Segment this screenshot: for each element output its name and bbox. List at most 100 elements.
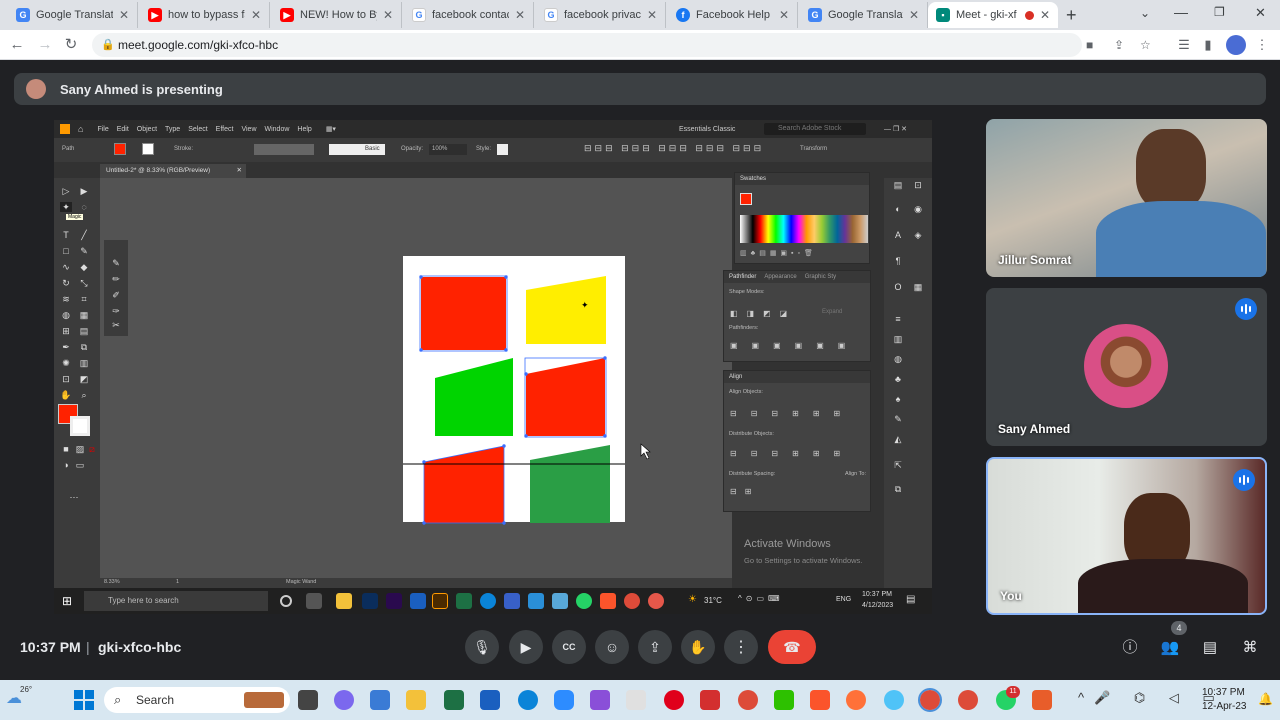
asset-export-panel-icon[interactable]: ⧉	[892, 484, 904, 494]
artboards-panel-icon[interactable]: ▦	[912, 282, 924, 292]
tab-google-translate-2[interactable]: G Google Translate✕	[800, 2, 928, 28]
shape-mode-buttons-icon[interactable]: ◧◨◩◪	[730, 309, 796, 318]
width-tool-icon[interactable]: ≋	[60, 294, 72, 304]
word-icon[interactable]	[410, 593, 426, 609]
tab-facebook-help[interactable]: f Facebook Help C ✕	[668, 2, 798, 28]
tab-search-icon[interactable]: ⌄	[1140, 6, 1150, 20]
brave-icon[interactable]	[810, 690, 830, 710]
reactions-button[interactable]: ☺	[595, 630, 629, 664]
yellow-quad-top-right[interactable]	[526, 276, 606, 344]
graphic-styles-panel-icon[interactable]: ♠	[892, 394, 904, 404]
widgets-icon[interactable]	[370, 690, 390, 710]
hand-tool-icon[interactable]: ✋	[60, 390, 72, 400]
close-icon[interactable]: ✕	[909, 8, 919, 22]
chrome-icon[interactable]	[738, 690, 758, 710]
pathfinder-buttons-icon[interactable]: ▣▣▣▣▣▣	[730, 341, 859, 350]
maximize-button[interactable]: ❐	[1214, 5, 1225, 19]
excel-icon[interactable]	[456, 593, 472, 609]
reading-list-icon[interactable]: ☰	[1176, 37, 1192, 53]
eyedropper-tool-icon[interactable]: ✒	[60, 342, 72, 352]
back-button[interactable]: ←	[8, 36, 26, 54]
arrange-documents-icon[interactable]: ▦▾	[326, 125, 336, 133]
more-tools-icon[interactable]: ⋯	[68, 492, 80, 502]
color-guide-icon[interactable]: ◉	[912, 204, 924, 214]
image-trace-panel-icon[interactable]: ◭	[892, 434, 904, 444]
close-icon[interactable]: ✕	[237, 164, 242, 178]
character-panel-icon[interactable]: A	[892, 230, 904, 240]
notification-bell-icon[interactable]: 🔔	[1258, 692, 1273, 706]
zoom-tool-icon[interactable]: ⌕	[78, 390, 90, 400]
camera-icon[interactable]: ■	[1086, 33, 1093, 57]
tab-youtube-bypass[interactable]: ▶ how to bypass fac✕	[140, 2, 270, 28]
home-icon[interactable]: ⌂	[78, 124, 83, 134]
file-explorer-icon[interactable]	[336, 593, 352, 609]
present-button[interactable]: ⇪	[638, 630, 672, 664]
zoom-level-field[interactable]: 8.33%	[104, 579, 120, 585]
task-view-icon[interactable]	[306, 593, 322, 609]
draw-mode-icon[interactable]: ◑	[60, 460, 72, 470]
excel-icon[interactable]	[444, 690, 464, 710]
brush-definition-select[interactable]: Basic	[329, 144, 385, 155]
expand-button[interactable]: Expand	[822, 309, 842, 315]
color-panel-icon[interactable]: ◐	[892, 204, 904, 214]
slice-tool-icon[interactable]: ◩	[78, 374, 90, 384]
style-swatch[interactable]	[497, 144, 508, 155]
more-options-button[interactable]: ⋮	[724, 630, 758, 664]
edge-icon[interactable]	[518, 690, 538, 710]
tab-graphic-styles[interactable]: Graphic Sty	[805, 271, 836, 283]
app-icon-2[interactable]	[884, 690, 904, 710]
participant-tile-sany[interactable]: Sany Ahmed	[986, 288, 1267, 446]
photoshop-icon[interactable]	[362, 593, 378, 609]
red-quad-middle-right[interactable]	[526, 358, 605, 436]
paintbrush-tool-icon[interactable]: ✎	[78, 246, 90, 256]
chrome-profile-icon[interactable]	[958, 690, 978, 710]
tab-google-translate[interactable]: G Google Translate ✕	[8, 2, 138, 28]
opacity-input[interactable]: 100%	[429, 144, 467, 155]
menu-help[interactable]: Help	[297, 126, 311, 133]
symbol-sprayer-tool-icon[interactable]: ✺	[60, 358, 72, 368]
properties-panel-icon[interactable]: ▤	[892, 180, 904, 190]
eraser-tool-icon[interactable]: ◆	[78, 262, 90, 272]
premiere-icon[interactable]	[386, 593, 402, 609]
window-controls[interactable]: — ❐ ✕	[884, 125, 907, 133]
none-mode-icon[interactable]: ⧄	[86, 444, 98, 454]
acrobat-icon[interactable]	[700, 690, 720, 710]
url-bar[interactable]: 🔒 meet.google.com/gki-xfco-hbc ■ ⇪ ☆	[92, 33, 1151, 57]
menu-effect[interactable]: Effect	[216, 126, 234, 133]
tab-youtube-new[interactable]: ▶ NEW! How to Byp✕	[272, 2, 402, 28]
share-icon[interactable]: ⇪	[1114, 33, 1124, 57]
gradient-mode-icon[interactable]: ▨	[74, 444, 86, 454]
notification-center-icon[interactable]: ▤	[906, 594, 915, 605]
align-buttons-icon[interactable]: ⊟⊟⊟ ⊟⊟⊟ ⊟⊟⊟ ⊟⊟⊟ ⊟⊟⊟	[584, 143, 764, 154]
tab-facebook-privacy[interactable]: G facebook privacy ✕	[536, 2, 666, 28]
reload-button[interactable]: ↻	[62, 36, 80, 54]
document-tab[interactable]: Untitled-2* @ 8.33% (RGB/Preview) ✕	[100, 164, 246, 178]
menu-edit[interactable]: Edit	[117, 126, 129, 133]
shaper-tool-icon[interactable]: ∿	[60, 262, 72, 272]
raise-hand-button[interactable]: ✋	[681, 630, 715, 664]
minimize-button[interactable]: —	[1174, 4, 1188, 20]
green-quad-bottom-right[interactable]	[530, 445, 610, 523]
wechat-icon[interactable]	[774, 690, 794, 710]
swatch-actions-icon[interactable]: ▥♣▤▦▣▪▫🗑	[740, 249, 817, 257]
active-fill-swatch[interactable]	[740, 193, 752, 205]
brushes-panel-icon[interactable]: ✎	[892, 414, 904, 424]
menu-view[interactable]: View	[241, 126, 256, 133]
mesh-tool-icon[interactable]: ⊞	[60, 326, 72, 336]
leave-call-button[interactable]: ☎	[768, 630, 816, 664]
tab-pathfinder[interactable]: Pathfinder	[729, 271, 756, 283]
direct-selection-tool-icon[interactable]: ▶	[78, 186, 90, 196]
profile-avatar[interactable]	[1226, 35, 1246, 55]
close-icon[interactable]: ✕	[647, 8, 657, 22]
align-object-buttons-icon[interactable]: ⊟⊟⊟⊞⊞⊞	[730, 409, 854, 418]
windows-start-button[interactable]	[74, 690, 94, 710]
windows-start-icon[interactable]: ⊞	[62, 594, 72, 608]
taskbar-search[interactable]: ⌕ Search	[104, 687, 290, 713]
chrome-icon-2[interactable]	[648, 593, 664, 609]
side-panel-icon[interactable]: ▮	[1200, 37, 1216, 53]
stroke-swatch[interactable]	[142, 143, 154, 155]
stock-search-input[interactable]: Search Adobe Stock	[764, 123, 866, 135]
menu-select[interactable]: Select	[188, 126, 207, 133]
rectangle-tool-icon[interactable]: □	[60, 246, 72, 256]
word-icon[interactable]	[480, 690, 500, 710]
